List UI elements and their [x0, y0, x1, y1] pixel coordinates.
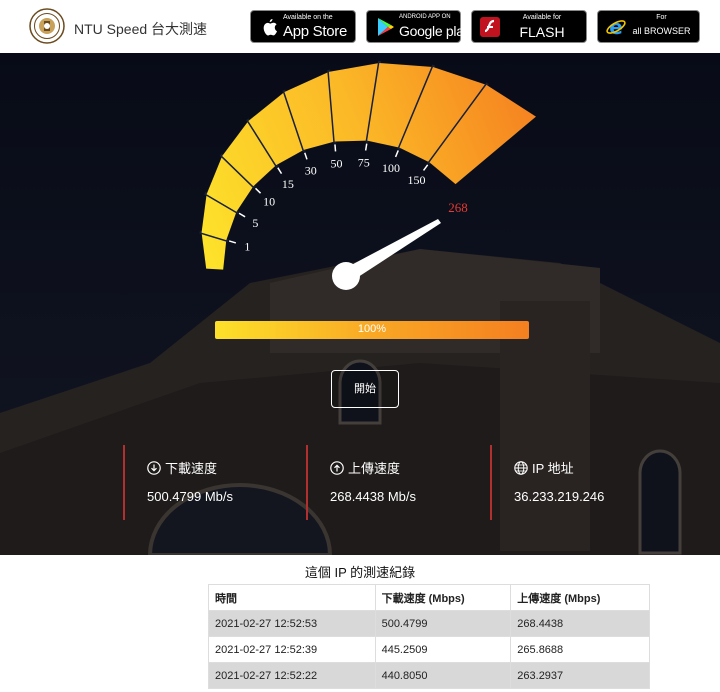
store-big-text: App Store	[283, 23, 348, 40]
brand-title: NTU Speed 台大測速	[74, 21, 208, 37]
ip-address-value: 36.233.219.246	[514, 489, 605, 504]
cell-upload: 263.2937	[510, 662, 650, 689]
gauge-tick	[364, 143, 368, 151]
download-speed-panel: 下載速度 500.4799 Mb/s	[123, 445, 307, 520]
gauge-tick	[228, 240, 237, 244]
upload-speed-label: 上傳速度	[348, 461, 401, 476]
store-small-text: For	[656, 14, 667, 21]
download-speed-label-row: 下載速度	[147, 458, 217, 477]
gauge-needle	[332, 219, 441, 290]
start-button[interactable]: 開始	[331, 370, 399, 408]
apple-icon	[263, 19, 277, 36]
gauge-tick-label: 5	[252, 216, 258, 230]
speedtest-panel: 1 5 10 15 30 50 75 100 150 268 100% 開始 下載速度 500.…	[0, 53, 720, 555]
store-big-text: all BROWSER	[632, 26, 691, 36]
gauge-tick	[334, 144, 337, 152]
gauge-tick	[394, 150, 399, 158]
gauge-tick-label: 75	[358, 155, 370, 169]
table-row: 2021-02-27 12:52:39 445.2509 265.8688	[208, 636, 650, 663]
flash-icon	[480, 17, 500, 37]
column-header-upload: 上傳速度 (Mbps)	[510, 584, 650, 611]
store-small-text: Available for	[522, 14, 562, 21]
progress-label: 100%	[357, 323, 387, 335]
download-speed-value: 500.4799 Mb/s	[147, 489, 234, 504]
gauge-tick	[422, 164, 429, 171]
column-header-download: 下載速度 (Mbps)	[374, 584, 512, 611]
gauge-tick	[304, 152, 308, 160]
upload-speed-value: 268.4438 Mb/s	[330, 489, 417, 504]
upload-speed-label-row: 上傳速度	[330, 458, 400, 477]
history-title: 這個 IP 的測速紀錄	[304, 565, 416, 580]
cell-download: 445.2509	[374, 636, 512, 663]
store-big-text: Google play	[399, 23, 471, 39]
gauge-tick-label: 50	[331, 156, 343, 170]
table-row: 2021-02-27 12:52:53 500.4799 268.4438	[208, 610, 650, 637]
globe-icon	[514, 461, 528, 475]
cell-upload: 268.4438	[510, 610, 650, 637]
upload-speed-panel: 上傳速度 268.4438 Mb/s	[306, 445, 490, 520]
store-small-text: Available on the	[283, 14, 333, 21]
cell-time: 2021-02-27 12:52:22	[208, 662, 376, 689]
gauge-tick	[254, 187, 262, 194]
progress-bar: 100%	[215, 321, 529, 339]
upload-icon	[330, 461, 344, 475]
history-header-row: 時間 下載速度 (Mbps) 上傳速度 (Mbps)	[208, 584, 650, 611]
cell-download: 500.4799	[374, 610, 512, 637]
gauge-tick	[277, 167, 283, 175]
google-play-button[interactable]: ANDROID APP ON Google play	[366, 10, 471, 43]
gauge-tick-label: 10	[263, 195, 275, 209]
table-row: 2021-02-27 12:52:22 440.8050 263.2937	[208, 662, 650, 689]
ie-icon: e	[606, 16, 626, 38]
gauge-tick-label: 1	[244, 239, 250, 253]
svg-text:e: e	[609, 16, 623, 38]
gauge-tick-label: 100	[382, 161, 400, 175]
ip-address-panel: IP 地址 36.233.219.246	[490, 445, 690, 520]
app-store-button[interactable]: Available on the App Store	[250, 10, 356, 43]
gauge-tick	[238, 212, 246, 218]
cell-time: 2021-02-27 12:52:39	[208, 636, 376, 663]
cell-download: 440.8050	[374, 662, 512, 689]
all-browser-button[interactable]: e For all BROWSER	[597, 10, 700, 43]
gauge-tick-label: 150	[407, 173, 425, 187]
cell-upload: 265.8688	[510, 636, 650, 663]
gauge-tick-label: 15	[282, 177, 294, 191]
current-speed-label: 268	[448, 200, 468, 215]
cell-time: 2021-02-27 12:52:53	[208, 610, 376, 637]
speed-gauge: 15 10 15 30 50 75 100 150 268	[199, 60, 536, 290]
google-play-icon	[378, 18, 394, 36]
flash-button[interactable]: Available for FLASH	[471, 10, 587, 43]
column-header-time: 時間	[208, 584, 376, 611]
ntu-logo[interactable]	[29, 8, 65, 44]
download-speed-label: 下載速度	[165, 461, 218, 476]
store-small-text: ANDROID APP ON	[399, 14, 451, 20]
history-table: 時間 下載速度 (Mbps) 上傳速度 (Mbps) 2021-02-27 12…	[208, 584, 650, 689]
gauge-tick-label: 30	[305, 164, 317, 178]
store-big-text: FLASH	[519, 24, 565, 40]
ip-address-label-row: IP 地址	[514, 458, 574, 477]
download-icon	[147, 461, 161, 475]
ip-address-label: IP 地址	[532, 461, 574, 476]
top-header: NTU Speed 台大測速 Available on the App Stor…	[0, 0, 720, 53]
